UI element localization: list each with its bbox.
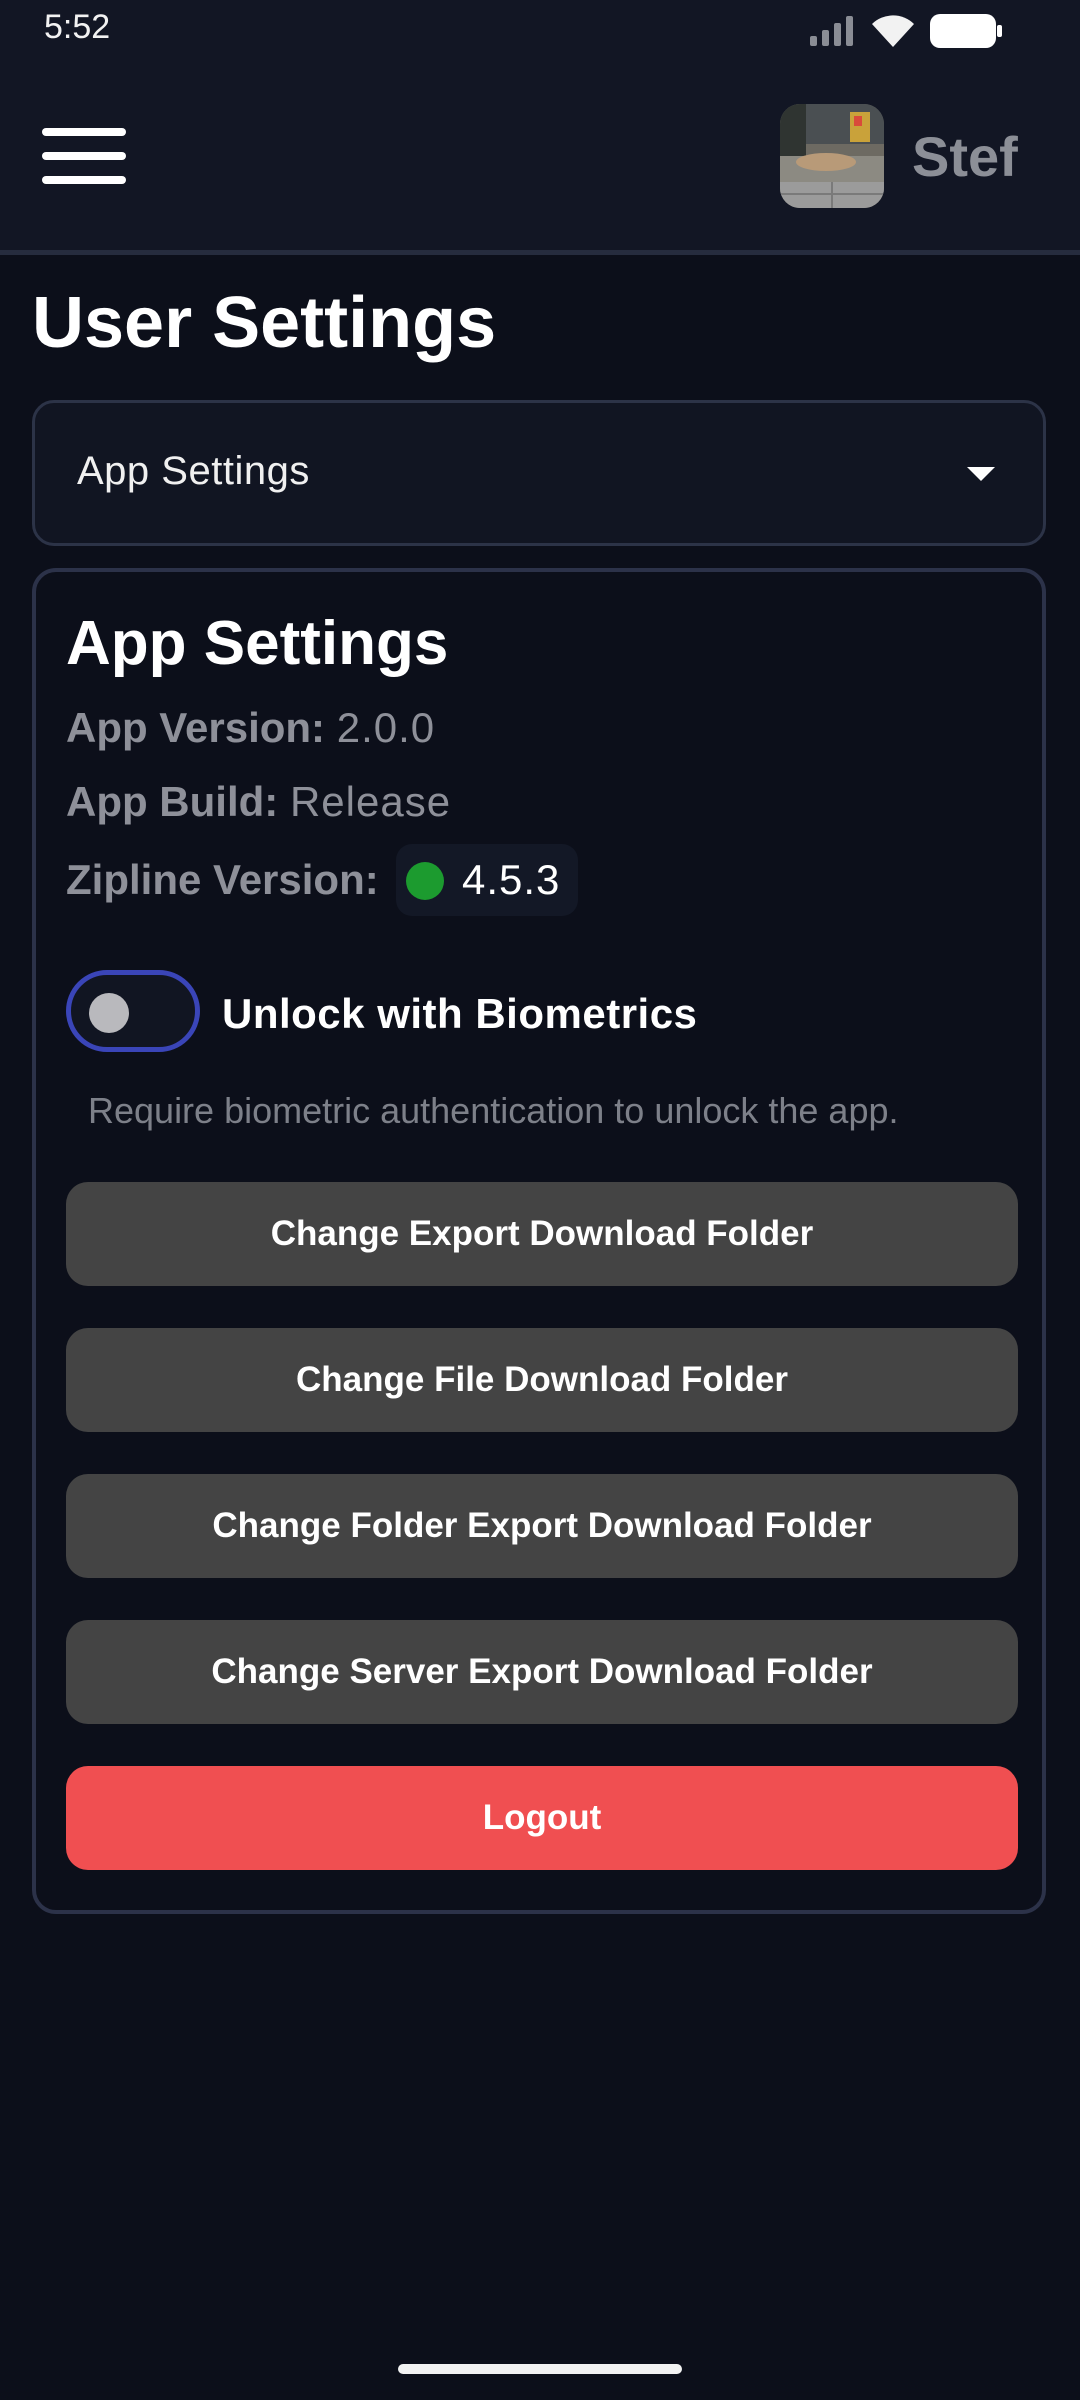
home-indicator[interactable]: [398, 2364, 682, 2374]
hamburger-menu-icon: [42, 128, 126, 136]
card-title: App Settings: [66, 609, 449, 678]
app-build-row: App Build: Release: [66, 778, 451, 826]
change-export-download-folder-button[interactable]: Change Export Download Folder: [66, 1182, 1018, 1286]
change-folder-export-download-folder-button[interactable]: Change Folder Export Download Folder: [66, 1474, 1018, 1578]
zipline-version-value: 4.5.3: [462, 856, 561, 903]
select-value: App Settings: [77, 449, 310, 493]
caret-down-icon: [967, 467, 995, 481]
biometrics-description: Require biometric authentication to unlo…: [88, 1090, 899, 1131]
logout-button[interactable]: Logout: [66, 1766, 1018, 1870]
wifi-icon: [872, 15, 914, 47]
screen: 5:52 Stef User Settings App Settings App…: [0, 0, 1080, 2400]
status-bar: 5:52: [0, 0, 1080, 62]
app-version-value: 2.0.0: [336, 704, 436, 751]
app-version-row: App Version: 2.0.0: [66, 704, 435, 752]
app-build-label: App Build:: [66, 778, 279, 825]
app-version-label: App Version:: [66, 704, 326, 751]
avatar-image: [780, 104, 884, 208]
app-settings-card: App Settings App Version: 2.0.0 App Buil…: [32, 568, 1046, 1914]
zipline-version-badge: 4.5.3: [396, 844, 578, 916]
zipline-version-label: Zipline Version:: [66, 856, 379, 903]
battery-icon: [930, 14, 1002, 48]
username: Stef: [912, 125, 1018, 188]
change-file-download-folder-button[interactable]: Change File Download Folder: [66, 1328, 1018, 1432]
zipline-version-row: Zipline Version:: [66, 856, 379, 904]
toggle-knob: [89, 993, 129, 1033]
signal-icon: [810, 16, 853, 46]
change-server-export-download-folder-button[interactable]: Change Server Export Download Folder: [66, 1620, 1018, 1724]
avatar[interactable]: [780, 104, 884, 208]
status-dot-icon: [406, 862, 444, 900]
page-title: User Settings: [32, 283, 497, 363]
settings-section-select[interactable]: App Settings: [32, 400, 1046, 546]
app-build-value: Release: [289, 778, 452, 825]
app-header: Stef: [0, 62, 1080, 255]
status-icons: [810, 14, 1002, 48]
status-time: 5:52: [44, 8, 111, 46]
biometrics-toggle[interactable]: [66, 970, 200, 1052]
biometrics-label: Unlock with Biometrics: [222, 990, 698, 1037]
menu-button[interactable]: [42, 124, 126, 188]
